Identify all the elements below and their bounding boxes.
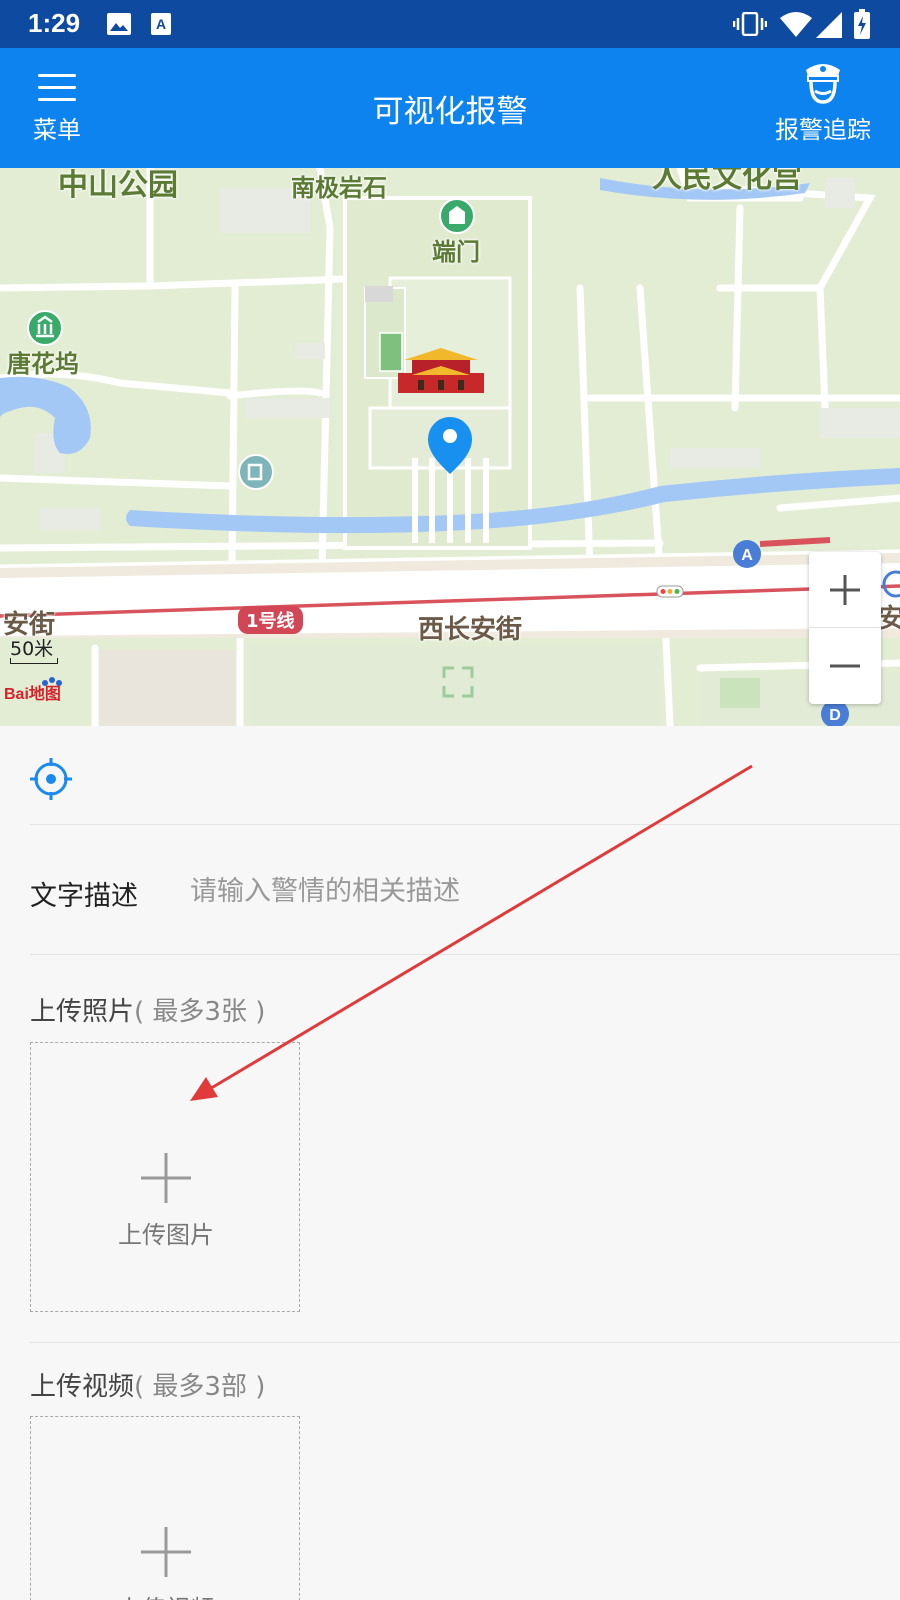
baidu-map-logo: Bai地图 bbox=[4, 686, 61, 703]
photo-section-hint: ( 最多3张 ) bbox=[134, 997, 266, 1027]
upload-video-label: 上传视频 bbox=[31, 1589, 301, 1600]
map-label-gate: 端门 bbox=[432, 238, 480, 266]
map-label-street-right: 安 bbox=[878, 604, 900, 634]
zoom-control bbox=[809, 552, 881, 704]
map-scale-bar bbox=[10, 658, 58, 664]
status-bar: 1:29 A bbox=[0, 0, 900, 48]
photo-section-title: 上传照片( 最多3张 ) bbox=[30, 991, 265, 1028]
video-section-title: 上传视频( 最多3部 ) bbox=[30, 1366, 265, 1403]
zoom-in-button[interactable] bbox=[809, 552, 881, 628]
alarm-tracking-label: 报警追踪 bbox=[775, 116, 871, 144]
battery-charging-icon bbox=[854, 9, 870, 43]
divider bbox=[30, 954, 900, 955]
divider bbox=[30, 1342, 900, 1343]
plus-icon bbox=[141, 1153, 191, 1203]
map-label-park: 中山公园 bbox=[58, 168, 178, 203]
menu-button[interactable]: 菜单 bbox=[22, 70, 92, 150]
status-time: 1:29 bbox=[28, 8, 81, 38]
page-title: 可视化报警 bbox=[372, 94, 528, 130]
divider bbox=[30, 824, 900, 825]
minus-icon bbox=[830, 664, 860, 668]
description-input[interactable] bbox=[190, 866, 870, 916]
menu-label: 菜单 bbox=[33, 116, 81, 144]
metro-line-badge: 1号线 bbox=[238, 606, 303, 634]
signal-icon bbox=[816, 12, 842, 42]
upload-photo-label: 上传图片 bbox=[118, 1221, 214, 1249]
zoom-out-button[interactable] bbox=[809, 628, 881, 704]
wifi-icon bbox=[780, 12, 812, 42]
video-section-hint: ( 最多3部 ) bbox=[134, 1372, 266, 1402]
image-icon bbox=[106, 12, 132, 40]
map-label-culture: 人民文化宫 bbox=[652, 168, 802, 195]
alarm-form: 文字描述 上传照片( 最多3张 ) 上传图片 上传视频( 最多3部 ) 上传视频 bbox=[0, 726, 900, 1600]
map-label-tanghuawu: 唐花坞 bbox=[7, 350, 79, 378]
video-section-label: 上传视频 bbox=[30, 1372, 135, 1402]
plus-icon bbox=[830, 575, 860, 605]
crosshair-locate-icon bbox=[30, 758, 72, 800]
map-label-street: 西长安街 bbox=[418, 615, 523, 645]
photo-section-label: 上传照片 bbox=[30, 997, 135, 1027]
upload-video-button[interactable]: 上传视频 bbox=[30, 1416, 300, 1600]
hamburger-icon bbox=[38, 74, 76, 102]
map-scale-label: 50米 bbox=[10, 638, 54, 660]
text-a-icon: A bbox=[150, 12, 172, 40]
svg-text:A: A bbox=[741, 547, 753, 564]
description-label: 文字描述 bbox=[30, 881, 138, 912]
police-officer-icon bbox=[800, 56, 846, 108]
alarm-tracking-button[interactable]: 报警追踪 bbox=[768, 56, 878, 156]
upload-photo-button[interactable]: 上传图片 bbox=[30, 1042, 300, 1312]
app-bar: 菜单 可视化报警 报警追踪 bbox=[0, 48, 900, 168]
map-label-rock: 南极岩石 bbox=[291, 174, 387, 202]
locate-button[interactable] bbox=[28, 756, 74, 802]
map-view[interactable]: A D 中山公园 南极岩石 端门 唐花坞 人民文化宫 西长安街 安街 安 1号线… bbox=[0, 168, 900, 726]
svg-text:D: D bbox=[829, 707, 841, 724]
vibrate-icon bbox=[732, 11, 768, 40]
svg-text:A: A bbox=[156, 16, 166, 32]
plus-icon bbox=[141, 1527, 191, 1577]
